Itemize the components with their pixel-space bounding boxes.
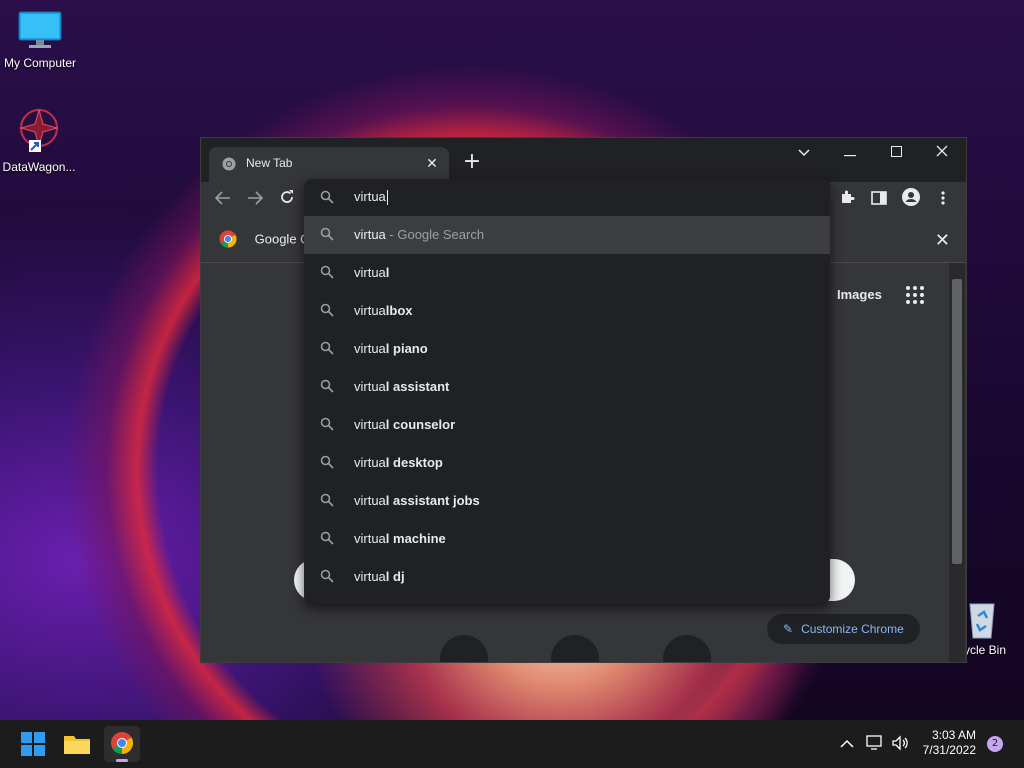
start-button[interactable] bbox=[17, 728, 49, 760]
suggestion-item[interactable]: virtualbox bbox=[304, 292, 830, 330]
file-explorer-button[interactable] bbox=[61, 728, 93, 760]
customize-chrome-label: Customize Chrome bbox=[801, 622, 904, 636]
maximize-button[interactable] bbox=[873, 138, 919, 168]
clock-time: 3:03 AM bbox=[931, 728, 976, 742]
notification-badge[interactable]: 2 bbox=[987, 736, 1003, 752]
tray-chevron-icon[interactable] bbox=[840, 737, 854, 751]
page-scrollbar[interactable] bbox=[949, 263, 965, 662]
omnibox-dropdown: virtua virtua - Google Search virtual virt… bbox=[304, 179, 830, 604]
chrome-taskbar-button[interactable] bbox=[104, 726, 140, 762]
extensions-puzzle-icon[interactable] bbox=[835, 188, 859, 212]
minimize-button[interactable] bbox=[827, 138, 873, 168]
profile-avatar-icon[interactable] bbox=[899, 188, 923, 212]
search-icon bbox=[320, 493, 334, 507]
suggestion-text: virtua - Google Search bbox=[354, 227, 485, 242]
suggestion-item[interactable]: virtual counselor bbox=[304, 406, 830, 444]
suggestion-item[interactable]: virtual piano bbox=[304, 330, 830, 368]
monitor-icon bbox=[18, 11, 62, 48]
side-panel-icon[interactable] bbox=[867, 188, 891, 212]
search-icon bbox=[320, 379, 334, 393]
suggestion-item[interactable]: virtual assistant jobs bbox=[304, 482, 830, 520]
clock[interactable]: 3:03 AM 7/31/2022 bbox=[918, 728, 976, 758]
shortcut-tile[interactable] bbox=[551, 635, 599, 662]
search-icon bbox=[320, 265, 334, 279]
tab-search-chevron-icon[interactable] bbox=[781, 138, 827, 168]
suggestion-text: virtual desktop bbox=[354, 455, 443, 470]
suggestion-text: virtual assistant jobs bbox=[354, 493, 480, 508]
bookmark-label: Google C bbox=[254, 231, 310, 247]
address-bar-text: virtua bbox=[354, 189, 388, 206]
desktop-icon-label: My Computer bbox=[3, 56, 77, 70]
chrome-favicon-icon bbox=[222, 157, 236, 171]
add-shortcut-tile[interactable] bbox=[663, 635, 711, 662]
suggestion-item[interactable]: virtua - Google Search bbox=[304, 216, 830, 254]
search-icon bbox=[320, 190, 334, 204]
chrome-logo-icon bbox=[111, 732, 133, 762]
suggestion-text: virtual dj bbox=[354, 569, 405, 584]
customize-chrome-button[interactable]: ✎ Customize Chrome bbox=[767, 614, 920, 644]
new-tab-button[interactable]: + bbox=[460, 151, 484, 175]
search-icon bbox=[320, 531, 334, 545]
search-icon bbox=[320, 303, 334, 317]
taskbar: 3:03 AM 7/31/2022 bbox=[0, 720, 1024, 768]
suggestion-text: virtual assistant bbox=[354, 379, 450, 394]
suggestion-item[interactable]: virtual assistant bbox=[304, 368, 830, 406]
tab-close-icon[interactable]: ✕ bbox=[423, 155, 441, 173]
google-chrome-logo-icon bbox=[219, 230, 237, 248]
suggestion-item[interactable]: virtual bbox=[304, 254, 830, 292]
suggestion-item[interactable]: virtual desktop bbox=[304, 444, 830, 482]
search-icon bbox=[320, 569, 334, 583]
back-arrow-icon[interactable] bbox=[211, 188, 235, 212]
search-icon bbox=[320, 417, 334, 431]
suggestion-item[interactable]: virtual dj bbox=[304, 558, 830, 596]
suggestion-item[interactable]: virtual machine bbox=[304, 520, 830, 558]
suggestion-text: virtual counselor bbox=[354, 417, 456, 432]
tab-new-tab[interactable]: New Tab ✕ bbox=[209, 147, 449, 182]
tab-strip: New Tab ✕ + bbox=[201, 138, 966, 182]
scrollbar-thumb[interactable] bbox=[952, 279, 962, 564]
search-icon bbox=[320, 227, 334, 241]
close-bar-icon[interactable]: ✕ bbox=[935, 230, 950, 251]
suggestion-text: virtualbox bbox=[354, 303, 413, 318]
shortcut-tile[interactable] bbox=[440, 635, 488, 662]
volume-icon[interactable] bbox=[891, 735, 909, 754]
google-apps-grid-icon[interactable] bbox=[906, 286, 924, 304]
address-bar-input[interactable]: virtua bbox=[304, 179, 830, 216]
search-icon bbox=[320, 341, 334, 355]
close-window-button[interactable] bbox=[919, 138, 965, 168]
search-icon bbox=[320, 455, 334, 469]
tab-title: New Tab bbox=[246, 156, 293, 170]
desktop-icon-label: DataWagon... bbox=[2, 160, 76, 174]
suggestion-text: virtual machine bbox=[354, 531, 446, 546]
desktop-icon-datawagon[interactable]: DataWagon... bbox=[0, 106, 79, 174]
pencil-icon: ✎ bbox=[783, 622, 794, 636]
windows-logo-icon bbox=[21, 732, 45, 756]
clock-date: 7/31/2022 bbox=[922, 743, 976, 757]
forward-arrow-icon[interactable] bbox=[243, 188, 267, 212]
desktop-icon-my-computer[interactable]: My Computer bbox=[0, 10, 80, 70]
network-icon[interactable] bbox=[866, 735, 884, 754]
folder-icon bbox=[64, 736, 90, 754]
images-link[interactable]: Images bbox=[837, 287, 882, 302]
kebab-menu-icon[interactable] bbox=[931, 188, 955, 212]
suggestion-text: virtual bbox=[354, 265, 390, 280]
bookmark-google[interactable]: Google C bbox=[219, 230, 310, 248]
reload-icon[interactable] bbox=[275, 188, 299, 212]
datawagon-icon bbox=[19, 108, 59, 152]
suggestion-text: virtual piano bbox=[354, 341, 428, 356]
